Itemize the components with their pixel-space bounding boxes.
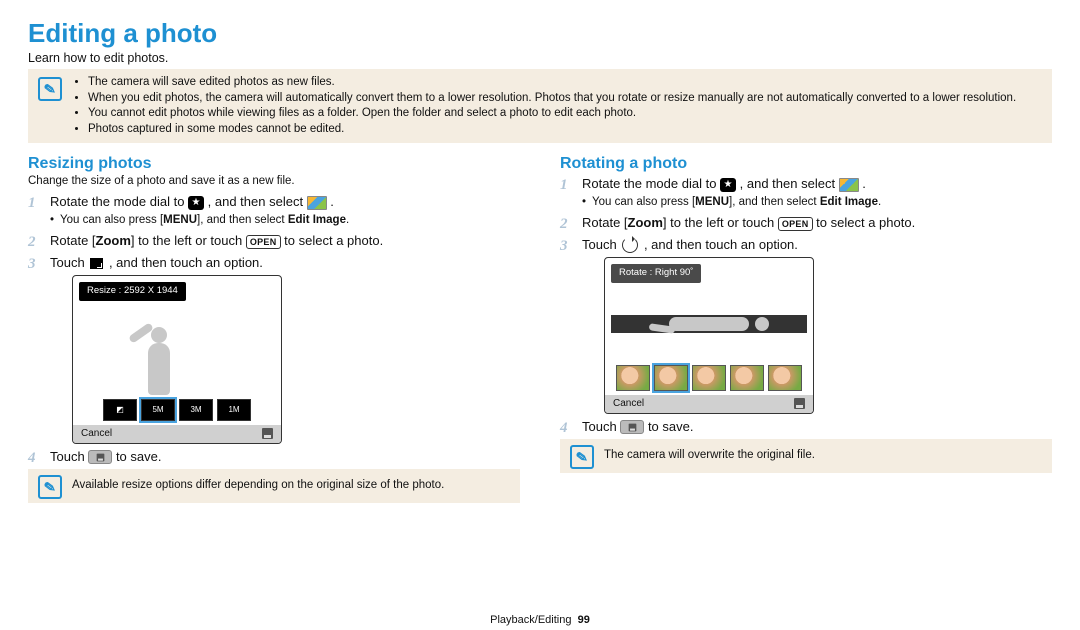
step-4: 4 Touch to save. [28,448,520,466]
step-3: 3 Touch , and then touch an option. Resi… [28,254,520,444]
edit-image-icon [839,178,859,192]
cancel-button[interactable]: Cancel [613,397,644,411]
footer-section: Playback/Editing [490,614,571,626]
note-text: Available resize options differ dependin… [72,478,444,494]
screen-bottombar: Cancel [605,395,813,413]
screen-label: Resize : 2592 X 1944 [79,282,186,301]
note-item: You cannot edit photos while viewing fil… [88,106,1016,122]
rotate-icon [622,237,638,253]
note-item: The camera will save edited photos as ne… [88,75,1016,91]
preview-area [79,305,275,395]
resize-opt[interactable]: 3M [179,399,213,421]
resizing-section: Resizing photos Change the size of a pho… [28,151,520,610]
preview-area [611,287,807,361]
note-icon: ✎ [38,475,62,499]
note-icon: ✎ [570,445,594,469]
step-3: 3 Touch , and then touch an option. Rota… [560,236,1052,414]
edit-image-icon [307,196,327,210]
step-4: 4 Touch to save. [560,418,1052,436]
resize-screen: Resize : 2592 X 1944 ◩ 5M 3M 1M [72,275,282,443]
page-footer: Playback/Editing 99 [28,610,1052,626]
substep: You can also press [MENU], and then sele… [582,195,1052,211]
screen-bottombar: Cancel [73,425,281,443]
thumb-selected[interactable] [654,365,688,391]
resize-options: ◩ 5M 3M 1M [73,395,281,425]
save-icon[interactable] [794,398,805,409]
save-key-icon [620,420,644,434]
note-item: Photos captured in some modes cannot be … [88,122,1016,138]
save-key-icon [88,450,112,464]
open-key-icon: OPEN [246,235,281,249]
top-note-box: ✎ The camera will save edited photos as … [28,69,1052,143]
resize-opt[interactable]: ◩ [103,399,137,421]
substep: You can also press [MENU], and then sele… [50,213,520,229]
rotate-note-box: ✎ The camera will overwrite the original… [560,439,1052,473]
step-2: 2 Rotate [Zoom] to the left or touch OPE… [560,214,1052,232]
mode-dial-icon: ★ [720,178,736,192]
rotate-screen: Rotate : Right 90˚ [604,257,814,413]
page-title: Editing a photo [28,18,1052,49]
step-1: 1 Rotate the mode dial to ★ , and then s… [560,175,1052,210]
thumb[interactable] [616,365,650,391]
resize-opt-selected[interactable]: 5M [141,399,175,421]
silhouette-preview [649,313,769,335]
save-icon[interactable] [262,428,273,439]
note-item: When you edit photos, the camera will au… [88,91,1016,107]
manual-page: Editing a photo Learn how to edit photos… [0,0,1080,630]
screen-label: Rotate : Right 90˚ [611,264,701,283]
rotating-section: Rotating a photo 1 Rotate the mode dial … [560,151,1052,610]
thumb[interactable] [730,365,764,391]
section-heading: Rotating a photo [560,155,1052,173]
step-2: 2 Rotate [Zoom] to the left or touch OPE… [28,232,520,250]
top-note-list: The camera will save edited photos as ne… [72,75,1016,137]
resize-note-box: ✎ Available resize options differ depend… [28,469,520,503]
page-number: 99 [578,614,590,626]
section-heading: Resizing photos [28,155,520,173]
step-1: 1 Rotate the mode dial to ★ , and then s… [28,193,520,228]
mode-dial-icon: ★ [188,196,204,210]
resize-icon [90,258,103,269]
intro-text: Learn how to edit photos. [28,51,1052,65]
thumb[interactable] [768,365,802,391]
open-key-icon: OPEN [778,217,813,231]
note-text: The camera will overwrite the original f… [604,448,815,464]
rotate-thumbs [605,361,813,395]
two-column-layout: Resizing photos Change the size of a pho… [28,151,1052,610]
section-desc: Change the size of a photo and save it a… [28,175,520,187]
silhouette-preview [134,315,184,395]
resize-opt[interactable]: 1M [217,399,251,421]
cancel-button[interactable]: Cancel [81,427,112,441]
thumb[interactable] [692,365,726,391]
note-icon: ✎ [38,77,62,101]
